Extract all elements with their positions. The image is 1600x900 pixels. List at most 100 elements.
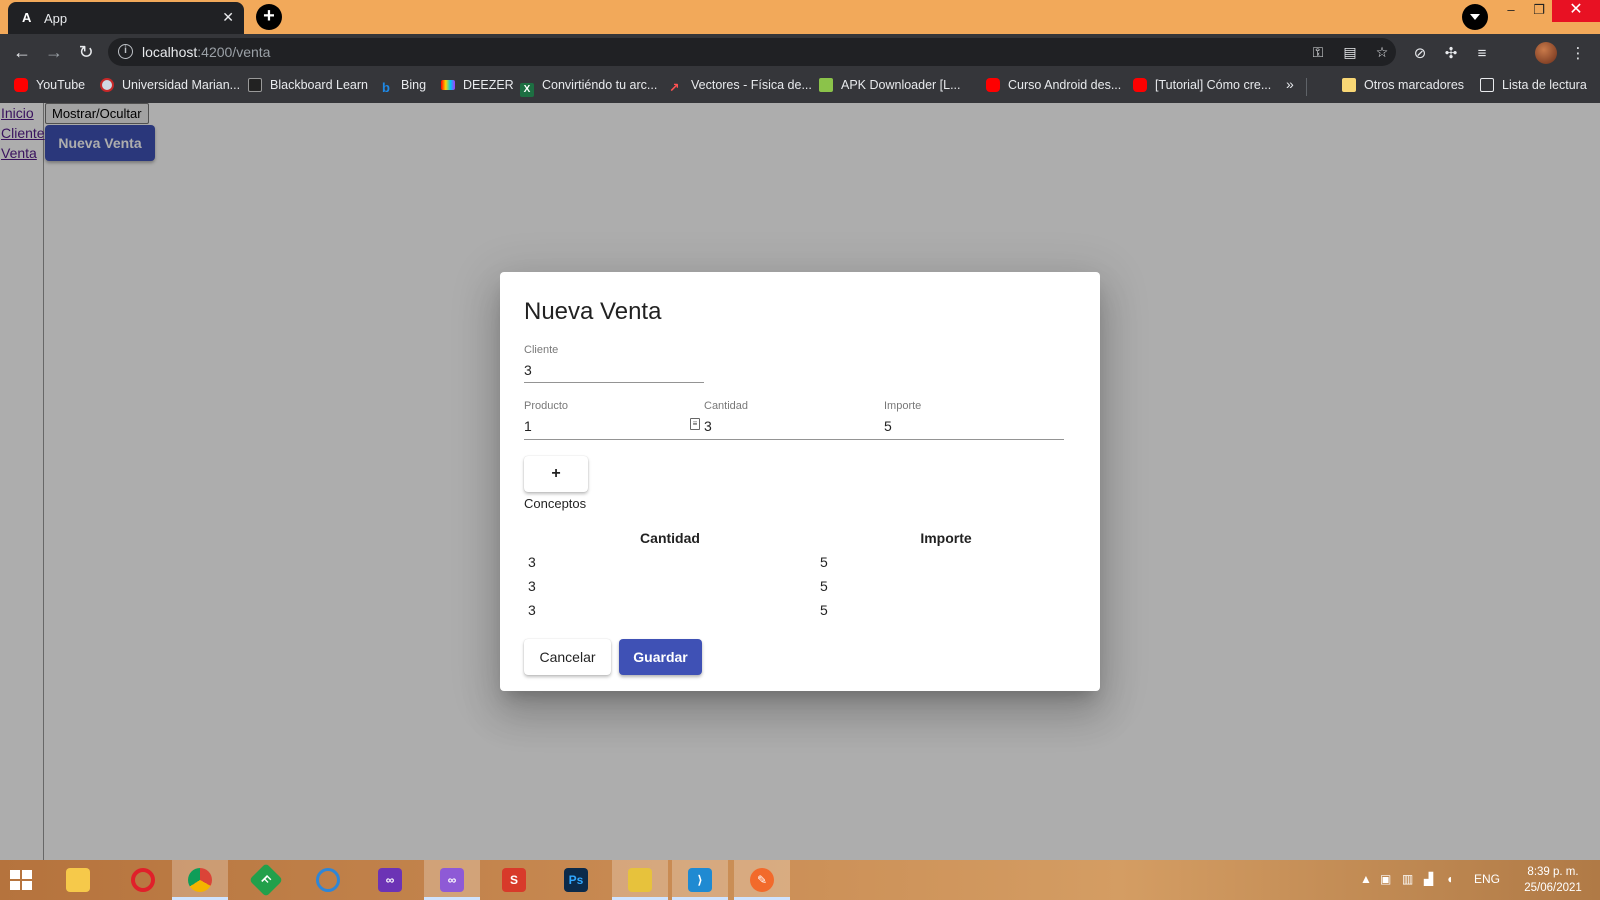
bookmark-tutorial[interactable]: [Tutorial] Cómo cre... [1133,78,1271,92]
concept-row-underline [524,439,1064,440]
kebab-menu-icon[interactable]: ⋮ [1568,44,1588,64]
taskbar-app-f[interactable]: F [238,860,294,900]
new-tab-button[interactable]: + [256,4,282,30]
bookmark-deezer[interactable]: DEEZER [441,78,514,92]
app-f-icon: F [249,863,283,897]
deezer-icon [441,80,455,90]
blackboard-icon [248,78,262,92]
cell-importe: 5 [820,554,828,570]
bookmark-youtube[interactable]: YouTube [14,78,85,92]
key-icon[interactable]: ⚿ [1310,44,1326,60]
taskbar-visual-studio-preview[interactable]: ∞ [424,860,480,900]
bookmark-vectores[interactable]: ↗ Vectores - Física de... [669,78,812,95]
new-sale-dialog: Nueva Venta Cliente 3 Producto 1 ≡ Canti… [500,272,1100,691]
file-explorer-icon [66,868,90,892]
taskbar-file-explorer[interactable] [50,860,106,900]
cantidad-label: Cantidad [704,400,749,412]
reload-icon[interactable]: ↻ [74,40,98,64]
profile-avatar[interactable] [1535,42,1557,64]
windows-start-icon[interactable] [10,870,32,890]
site-info-icon[interactable]: i [118,44,133,59]
browser-tabstrip: A App ✕ + – ❐ ✕ [0,0,1600,34]
taskbar-chrome[interactable] [172,860,228,900]
youtube-icon [14,78,28,92]
angular-icon: A [22,10,32,25]
visual-studio-icon: ∞ [378,868,402,892]
media-queue-icon[interactable]: ≡ [1472,44,1492,64]
url-text: localhost:4200/venta [142,44,271,60]
cantidad-input[interactable]: 3 [704,418,874,434]
taskbar-vscode[interactable]: ⟩ [672,860,728,900]
folder-icon [1342,78,1356,92]
chrome-icon [188,868,212,892]
browser-tab-app[interactable]: A App ✕ [8,2,244,34]
clock-time: 8:39 p. m. [1527,866,1579,878]
cell-cantidad: 3 [528,578,536,594]
apk-icon [819,78,833,92]
bookmark-blackboard[interactable]: Blackboard Learn [248,78,368,92]
save-button[interactable]: Guardar [619,639,702,675]
youtube-icon [986,78,1000,92]
windows-taskbar: F ∞ ∞ S Ps ⟩ ✎ ▲ ▣ ▥ ▟ ◖ ENG 8:39 p. m. … [0,860,1600,900]
bookmark-apk[interactable]: APK Downloader [L... [819,78,961,92]
reading-list-button[interactable]: Lista de lectura [1480,78,1587,92]
taskbar-visual-studio[interactable]: ∞ [362,860,418,900]
bookmarks-overflow-icon[interactable]: » [1286,76,1294,92]
tab-search-icon[interactable] [1462,4,1488,30]
cell-importe: 5 [820,578,828,594]
extension-blocked-icon[interactable]: ⊘ [1410,44,1430,64]
taskbar-photoshop[interactable]: Ps [548,860,604,900]
producto-dropdown-icon[interactable]: ≡ [690,418,700,430]
bookmarks-bar: YouTube Universidad Marian... Blackboard… [0,70,1600,103]
youtube-icon [1133,78,1147,92]
bookmark-curso-android[interactable]: Curso Android des... [986,78,1121,92]
browser-toolbar: ← → ↻ i localhost:4200/venta ⚿ ▤ ☆ [0,34,1600,70]
bookmark-star-icon[interactable]: ☆ [1374,44,1390,60]
extensions-puzzle-icon[interactable]: ✣ [1441,44,1461,64]
bookmark-otros-marcadores[interactable]: Otros marcadores [1342,78,1464,92]
dialog-title: Nueva Venta [524,298,662,325]
importe-input[interactable]: 5 [884,418,1054,434]
address-bar[interactable]: i localhost:4200/venta ⚿ ▤ ☆ [108,38,1396,66]
tray-device-icon[interactable]: ▥ [1402,872,1413,886]
taskbar-opera[interactable] [115,860,171,900]
university-icon [100,78,114,92]
cliente-label: Cliente [524,344,559,356]
tray-language[interactable]: ENG [1474,872,1500,886]
bookmarks-divider [1306,78,1307,96]
reading-list-icon [1480,78,1494,92]
tray-volume-icon[interactable]: ◖ [1446,872,1453,886]
importe-label: Importe [884,400,922,412]
cancel-button[interactable]: Cancelar [524,639,611,675]
cell-cantidad: 3 [528,554,536,570]
tray-overflow-icon[interactable]: ▲ [1360,872,1372,886]
vectores-icon: ↗ [669,81,680,95]
taskbar-eclipse[interactable] [300,860,356,900]
cliente-underline [524,382,704,383]
column-header-cantidad: Cantidad [640,530,700,546]
back-arrow-icon[interactable]: ← [10,40,34,64]
cliente-input[interactable]: 3 [524,362,704,378]
clock-date: 25/06/2021 [1524,882,1582,894]
taskbar-app-xampp[interactable] [612,860,668,900]
tray-network-error-icon[interactable]: ▣ [1380,872,1391,886]
taskbar-app-pen[interactable]: ✎ [734,860,790,900]
photoshop-icon: Ps [564,868,588,892]
window-close-button[interactable]: ✕ [1552,0,1600,22]
minimize-button[interactable]: – [1496,0,1526,22]
bookmark-convirtiendo[interactable]: X Convirtiéndo tu arc... [520,78,657,97]
bookmark-universidad[interactable]: Universidad Marian... [100,78,240,92]
add-concept-button[interactable]: + [524,456,588,492]
excel-icon: X [520,83,534,97]
taskbar-sketchup[interactable]: S [486,860,542,900]
opera-icon [131,868,155,892]
taskbar-clock[interactable]: 8:39 p. m. 25/06/2021 [1508,864,1598,896]
translate-icon[interactable]: ▤ [1342,44,1358,60]
maximize-button[interactable]: ❐ [1524,0,1554,22]
tray-signal-icon[interactable]: ▟ [1424,872,1433,886]
forward-arrow-icon[interactable]: → [42,40,66,64]
bookmark-bing[interactable]: b Bing [379,78,426,95]
producto-input[interactable]: 1 [524,418,684,434]
cell-importe: 5 [820,602,828,618]
tab-close-icon[interactable]: ✕ [222,9,234,26]
